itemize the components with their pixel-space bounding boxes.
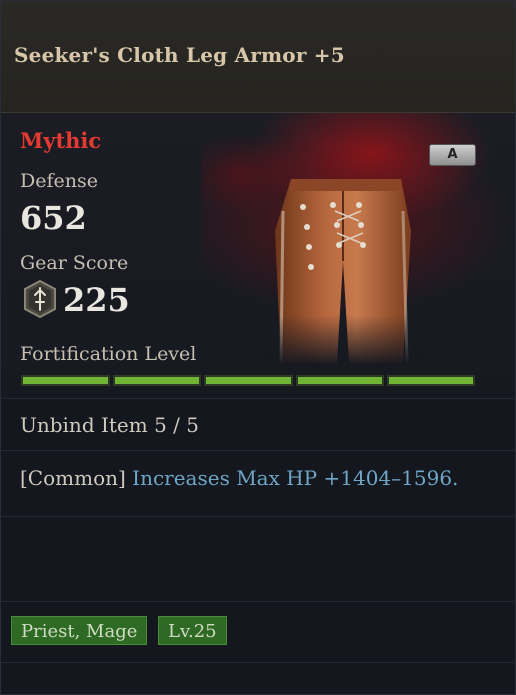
effect-text: Increases Max HP +1404–1596. — [132, 466, 459, 490]
item-overview: Mythic Defense 652 Gear Score 225 A Fort… — [1, 113, 515, 398]
leg-armor-image — [263, 171, 423, 363]
fortification-segment-1 — [21, 375, 110, 386]
fortification-segment-4 — [296, 375, 384, 386]
unbind-text: Unbind Item 5 / 5 — [20, 413, 199, 437]
defense-value: 652 — [20, 199, 87, 237]
gear-score-icon — [24, 280, 56, 318]
fortification-segment-3 — [204, 375, 293, 386]
unbind-section: Unbind Item 5 / 5 — [1, 398, 515, 451]
tooltip-header: Seeker's Cloth Leg Armor +5 — [1, 1, 515, 113]
item-tooltip: Seeker's Cloth Leg Armor +5 Mythic Defen… — [0, 0, 516, 695]
level-tag: Lv.25 — [158, 616, 227, 645]
fortification-segment-2 — [113, 375, 201, 386]
gear-score-value: 225 — [63, 281, 130, 319]
fortification-label: Fortification Level — [20, 343, 197, 365]
fortification-segment-5 — [387, 375, 475, 386]
effect-line: [Common] Increases Max HP +1404–1596. — [20, 466, 458, 490]
item-name: Seeker's Cloth Leg Armor +5 — [14, 43, 345, 67]
grade-badge: A — [429, 144, 476, 166]
effect-section: [Common] Increases Max HP +1404–1596. — [1, 450, 515, 517]
defense-label: Defense — [20, 170, 98, 192]
class-tag: Priest, Mage — [11, 616, 148, 645]
rarity-label: Mythic — [20, 128, 102, 153]
requirement-tags: Priest, Mage Lv.25 — [1, 601, 515, 663]
gear-score-label: Gear Score — [20, 252, 129, 274]
empty-section — [1, 516, 515, 602]
effect-prefix: [Common] — [20, 466, 126, 490]
